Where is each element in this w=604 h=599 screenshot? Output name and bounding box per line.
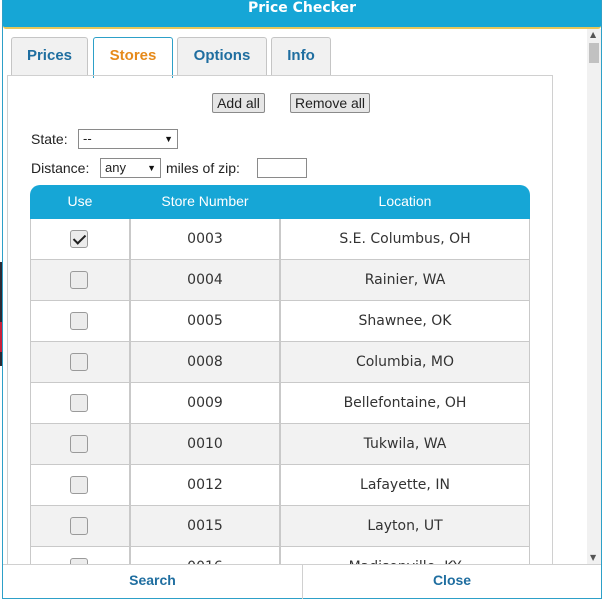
chevron-down-icon: ▼ <box>147 163 156 173</box>
table-row: 0012 Lafayette, IN <box>30 465 530 506</box>
location-cell: S.E. Columbus, OH <box>280 219 530 260</box>
tab-prices[interactable]: Prices <box>11 37 88 76</box>
use-checkbox[interactable] <box>70 394 88 412</box>
use-checkbox[interactable] <box>70 517 88 535</box>
distance-select-value: any <box>105 160 126 175</box>
use-checkbox[interactable] <box>70 476 88 494</box>
use-cell <box>30 465 130 506</box>
location-cell: Tukwila, WA <box>280 424 530 465</box>
chevron-down-icon: ▼ <box>164 134 173 144</box>
location-cell: Lafayette, IN <box>280 465 530 506</box>
table-row: 0009 Bellefontaine, OH <box>30 383 530 424</box>
use-cell <box>30 506 130 547</box>
table-row: 0005 Shawnee, OK <box>30 301 530 342</box>
distance-select[interactable]: any ▼ <box>100 158 161 178</box>
store-number-cell: 0005 <box>130 301 280 342</box>
location-cell: Bellefontaine, OH <box>280 383 530 424</box>
use-cell <box>30 301 130 342</box>
store-number-cell: 0012 <box>130 465 280 506</box>
store-number-cell: 0016 <box>130 547 280 564</box>
state-label: State: <box>31 131 68 147</box>
store-number-cell: 0010 <box>130 424 280 465</box>
use-cell <box>30 383 130 424</box>
close-button[interactable]: Close <box>303 565 601 599</box>
store-number-cell: 0009 <box>130 383 280 424</box>
dialog-title: Price Checker <box>3 0 601 29</box>
dialog-content: Prices Stores Options Info Add all Remov… <box>3 29 589 564</box>
use-cell <box>30 424 130 465</box>
header-location: Location <box>378 193 432 209</box>
price-checker-dialog: Price Checker Prices Stores Options Info… <box>2 0 602 599</box>
vertical-scrollbar[interactable]: ▲ ▼ <box>587 29 601 564</box>
table-row: 0010 Tukwila, WA <box>30 424 530 465</box>
dialog-footer: Search Close <box>3 564 601 599</box>
use-cell <box>30 260 130 301</box>
remove-all-button[interactable]: Remove all <box>290 93 370 113</box>
distance-label: Distance: <box>31 160 90 176</box>
location-cell: Shawnee, OK <box>280 301 530 342</box>
state-select-value: -- <box>83 131 92 146</box>
table-row: 0008 Columbia, MO <box>30 342 530 383</box>
table-row: 0015 Layton, UT <box>30 506 530 547</box>
table-row: 0016Madisonville, KY <box>30 547 530 564</box>
zip-input[interactable] <box>257 158 307 178</box>
store-number-cell: 0003 <box>130 219 280 260</box>
store-number-cell: 0008 <box>130 342 280 383</box>
tab-stores[interactable]: Stores <box>93 37 173 78</box>
header-store-number: Store Number <box>161 193 249 209</box>
location-cell: Columbia, MO <box>280 342 530 383</box>
tab-info[interactable]: Info <box>271 37 331 76</box>
scroll-down-arrow-icon[interactable]: ▼ <box>590 554 596 562</box>
add-all-button[interactable]: Add all <box>212 93 265 113</box>
use-checkbox[interactable] <box>70 230 88 248</box>
search-button[interactable]: Search <box>3 565 302 599</box>
use-cell <box>30 219 130 260</box>
tab-options[interactable]: Options <box>177 37 267 76</box>
use-cell <box>30 547 130 564</box>
header-use: Use <box>67 193 93 209</box>
store-number-cell: 0004 <box>130 260 280 301</box>
location-cell: Madisonville, KY <box>280 547 530 564</box>
scroll-thumb[interactable] <box>589 43 599 63</box>
table-row: 0004 Rainier, WA <box>30 260 530 301</box>
use-cell <box>30 342 130 383</box>
state-select[interactable]: -- ▼ <box>78 129 178 149</box>
miles-of-zip-label: miles of zip: <box>166 160 240 176</box>
use-checkbox[interactable] <box>70 353 88 371</box>
use-checkbox[interactable] <box>70 271 88 289</box>
use-checkbox[interactable] <box>70 312 88 330</box>
use-checkbox[interactable] <box>70 435 88 453</box>
scroll-up-arrow-icon[interactable]: ▲ <box>590 31 596 39</box>
store-number-cell: 0015 <box>130 506 280 547</box>
location-cell: Layton, UT <box>280 506 530 547</box>
table-header: Use Store Number Location <box>30 185 530 219</box>
table-row: 0003 S.E. Columbus, OH <box>30 219 530 260</box>
location-cell: Rainier, WA <box>280 260 530 301</box>
